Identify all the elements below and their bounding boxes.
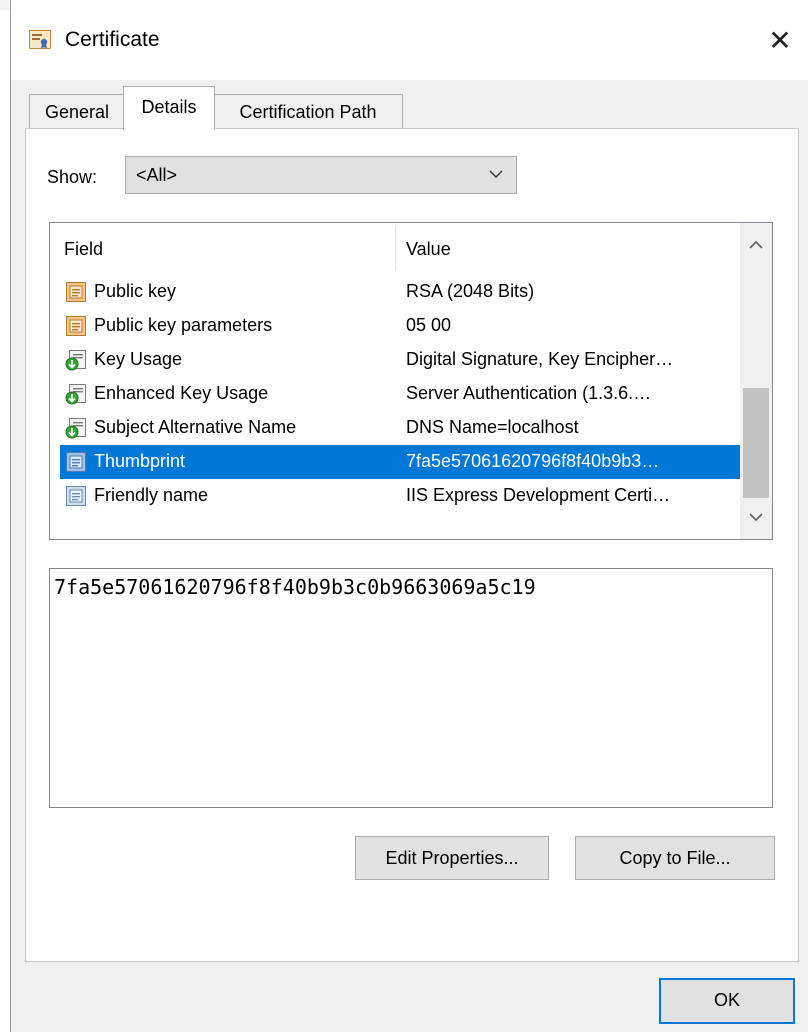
show-dropdown-value: <All> — [136, 165, 178, 185]
fields-list[interactable]: Field Value Public key RSA (2048 Bits) P… — [49, 222, 773, 540]
field-value: 7fa5e57061620796f8f40b9b3… — [406, 451, 660, 471]
extension-icon — [65, 418, 86, 439]
column-header-field[interactable]: Field — [64, 223, 103, 275]
column-header-value[interactable]: Value — [406, 223, 451, 275]
certificate-field-icon — [66, 282, 86, 302]
field-name: Subject Alternative Name — [94, 417, 297, 437]
list-item[interactable]: Enhanced Key Usage Server Authentication… — [60, 377, 740, 411]
field-name: Public key — [94, 281, 177, 301]
scroll-down-arrow-icon[interactable] — [740, 501, 772, 533]
chevron-down-icon — [489, 170, 503, 178]
tab-general[interactable]: General — [29, 94, 125, 130]
field-name: Key Usage — [94, 349, 183, 369]
ok-button[interactable]: OK — [659, 978, 795, 1024]
field-value: RSA (2048 Bits) — [406, 281, 535, 301]
show-label: Show: — [47, 167, 98, 187]
list-item[interactable]: Friendly name IIS Express Development Ce… — [60, 479, 740, 513]
list-item[interactable]: Key Usage Digital Signature, Key Enciphe… — [60, 343, 740, 377]
field-value: Server Authentication (1.3.6.… — [406, 383, 652, 403]
tab-details[interactable]: Details — [123, 86, 215, 130]
field-name: Enhanced Key Usage — [94, 383, 269, 403]
property-icon — [66, 452, 86, 472]
field-value: 05 00 — [406, 315, 452, 335]
field-value: Digital Signature, Key Encipher… — [406, 349, 674, 369]
copy-to-file-button[interactable]: Copy to File... — [575, 836, 775, 880]
close-button[interactable]: ✕ — [752, 10, 808, 72]
field-value: DNS Name=localhost — [406, 417, 579, 437]
window-title: Certificate — [65, 28, 160, 51]
certificate-field-icon — [66, 316, 86, 336]
vertical-scrollbar[interactable] — [740, 223, 772, 539]
list-item[interactable]: Public key parameters 05 00 — [60, 309, 740, 343]
column-divider[interactable] — [395, 227, 396, 271]
field-value-textbox[interactable]: 7fa5e57061620796f8f40b9b3c0b9663069a5c19 — [49, 568, 773, 808]
title-bar: Certificate ✕ — [11, 0, 808, 80]
extension-critical-icon — [65, 384, 86, 405]
show-dropdown[interactable]: <All> — [125, 156, 517, 194]
certificate-dialog: Certificate ✕ General Details Certificat… — [10, 0, 808, 1032]
list-item-selected[interactable]: Thumbprint 7fa5e57061620796f8f40b9b3… — [60, 445, 740, 479]
field-name: Thumbprint — [94, 451, 186, 471]
edit-properties-button[interactable]: Edit Properties... — [355, 836, 549, 880]
extension-critical-icon — [65, 350, 86, 371]
field-name: Public key parameters — [94, 315, 273, 335]
field-name: Friendly name — [94, 485, 209, 505]
property-icon — [66, 486, 86, 506]
field-value: IIS Express Development Certi… — [406, 485, 671, 505]
certificate-icon — [29, 30, 51, 49]
scrollbar-thumb[interactable] — [743, 388, 769, 498]
tab-certification-path[interactable]: Certification Path — [213, 94, 403, 130]
scroll-up-arrow-icon[interactable] — [740, 229, 772, 261]
list-item[interactable]: Public key RSA (2048 Bits) — [60, 275, 740, 309]
list-item[interactable]: Subject Alternative Name DNS Name=localh… — [60, 411, 740, 445]
